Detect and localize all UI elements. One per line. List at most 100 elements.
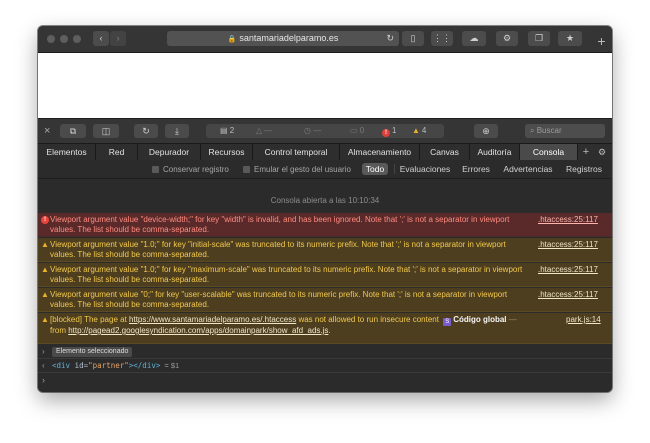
tab-elementos[interactable]: Elementos	[38, 144, 96, 160]
window-icon: ⧉	[69, 126, 77, 136]
error-icon: !	[382, 129, 390, 137]
filter-logs[interactable]: Registros	[562, 163, 606, 175]
chevron-left-icon: ‹	[99, 33, 103, 43]
console-message-warning[interactable]: ▲ Viewport argument value "0;" for key "…	[38, 288, 612, 312]
tab-red[interactable]: Red	[96, 144, 138, 160]
prompt-chevron-icon: ›	[42, 375, 45, 385]
sidebar-icon: ▯	[410, 33, 416, 43]
forward-button[interactable]: ›	[110, 31, 126, 46]
tab-canvas[interactable]: Canvas	[420, 144, 470, 160]
resources-count[interactable]: ▤ 2	[220, 124, 234, 138]
checkbox-box	[152, 166, 159, 173]
reload-icon: ↻	[142, 126, 150, 136]
warnings-count[interactable]: ▲ 4	[412, 124, 426, 138]
message-text: Viewport argument value "0;" for key "us…	[50, 290, 508, 309]
console-result-row[interactable]: ‹ <div id="partner"></div> = $1	[38, 360, 612, 373]
search-input[interactable]: ⌕ Buscar	[525, 124, 605, 138]
address-text: santamariadelparamo.es	[239, 33, 339, 43]
message-text: Viewport argument value "1.0;" for key "…	[50, 265, 523, 284]
message-source-link[interactable]: .htaccess:25:117	[538, 290, 598, 300]
console-filter-bar: Conservar registro Emular el gesto del u…	[38, 160, 612, 179]
tab-auditoria[interactable]: Auditoría	[470, 144, 520, 160]
element-picker-button[interactable]: ⊕	[474, 124, 498, 138]
lock-icon: 🔒	[227, 36, 237, 43]
page-url-link[interactable]: https://www.santamariadelparamo.es/.htac…	[129, 315, 296, 324]
errors-count[interactable]: ! 1	[382, 124, 396, 138]
log-icon: ▭	[350, 126, 358, 135]
tab-depurador[interactable]: Depurador	[138, 144, 201, 160]
console-output: Consola abierta a las 10:10:34 ! Viewpor…	[38, 179, 612, 392]
code-badge-icon: S	[443, 318, 452, 326]
minimize-window-button[interactable]	[60, 35, 68, 43]
filter-warnings[interactable]: Advertencias	[500, 163, 556, 175]
content-url-link[interactable]: http://pagead2.googlesyndication.com/app…	[68, 326, 328, 335]
split-icon: ◫	[101, 126, 111, 136]
console-message-warning[interactable]: ▲ Viewport argument value "1.0;" for key…	[38, 238, 612, 262]
new-tab-button[interactable]: +	[594, 34, 609, 49]
address-bar[interactable]: 🔒 santamariadelparamo.es ↻	[167, 31, 399, 46]
reload-icon[interactable]: ↻	[386, 31, 394, 46]
add-tab-icon[interactable]: +	[579, 144, 593, 160]
dock-side-button[interactable]: ◫	[93, 124, 119, 138]
network-icon: △	[256, 126, 263, 135]
message-source-link[interactable]: park.js:14	[566, 315, 601, 325]
session-label: Consola abierta a las 10:10:34	[270, 196, 380, 205]
selected-element-row: › Elemento seleccionado	[38, 346, 612, 359]
warning-icon: ▲	[412, 126, 420, 135]
close-window-button[interactable]	[47, 35, 55, 43]
share-button[interactable]: ❐	[528, 31, 550, 46]
checkbox-box	[243, 166, 250, 173]
tab-consola[interactable]: Consola	[520, 144, 578, 160]
detach-inspector-button[interactable]: ⧉	[60, 124, 86, 138]
selected-element-badge: Elemento seleccionado	[52, 347, 133, 357]
back-button[interactable]: ‹	[93, 31, 109, 46]
safari-window: ‹ › 🔒 santamariadelparamo.es ↻ ▯ ⋮⋮ ☁ ⚙ ❐…	[38, 26, 612, 392]
filter-separator	[394, 164, 395, 174]
filter-all[interactable]: Todo	[362, 163, 388, 175]
icloud-button[interactable]: ☁	[462, 31, 486, 46]
inspector-tabs: Elementos Red Depurador Recursos Control…	[38, 143, 612, 161]
crosshair-icon: ⊕	[482, 126, 490, 136]
tab-overview-button[interactable]: ⋮⋮	[431, 31, 453, 46]
chevron-right-icon: ›	[42, 347, 45, 356]
warning-icon: ▲	[41, 265, 49, 274]
filter-errors[interactable]: Errores	[459, 163, 493, 175]
message-source-link[interactable]: .htaccess:25:117	[538, 215, 598, 225]
download-button[interactable]: ⤓	[165, 124, 189, 138]
close-inspector-icon[interactable]: ×	[44, 124, 50, 138]
settings-gear-icon[interactable]: ⚙	[595, 144, 609, 160]
extension-button[interactable]: ⚙	[496, 31, 518, 46]
console-message-error[interactable]: ! Viewport argument value "device-width;…	[38, 213, 612, 237]
network-status[interactable]: △ —	[256, 124, 272, 138]
message-source-link[interactable]: .htaccess:25:117	[538, 265, 598, 275]
message-text: Viewport argument value "1.0;" for key "…	[50, 240, 506, 259]
download-icon: ⤓	[175, 126, 179, 136]
warning-icon: ▲	[41, 290, 49, 299]
sidebar-button[interactable]: ▯	[402, 31, 424, 46]
logs-count[interactable]: ▭ 0	[350, 124, 364, 138]
warning-icon: ▲	[41, 240, 49, 249]
zoom-window-button[interactable]	[73, 35, 81, 43]
grid-icon: ⋮⋮	[433, 33, 451, 43]
emulate-gesture-checkbox[interactable]: Emular el gesto del usuario	[243, 165, 351, 174]
filter-evaluations[interactable]: Evaluaciones	[398, 163, 452, 175]
console-message-blocked[interactable]: ▲ [blocked] The page at https://www.sant…	[38, 313, 612, 344]
console-message-warning[interactable]: ▲ Viewport argument value "1.0;" for key…	[38, 263, 612, 287]
document-icon: ▤	[220, 126, 228, 135]
message-text: Viewport argument value "device-width;" …	[50, 215, 510, 234]
console-prompt[interactable]: ›	[38, 373, 612, 388]
clock-icon: ◷	[304, 126, 311, 135]
preserve-log-checkbox[interactable]: Conservar registro	[152, 165, 229, 174]
message-text: [blocked] The page at https://www.santam…	[50, 315, 517, 335]
copy-icon: ❐	[534, 33, 544, 43]
message-source-link[interactable]: .htaccess:25:117	[538, 240, 598, 250]
tab-control-temporal[interactable]: Control temporal	[253, 144, 340, 160]
reload-page-button[interactable]: ↻	[134, 124, 158, 138]
chevron-right-icon: ›	[116, 33, 120, 43]
reading-list-button[interactable]: ★	[558, 31, 582, 46]
tab-recursos[interactable]: Recursos	[201, 144, 253, 160]
tab-almacenamiento[interactable]: Almacenamiento	[340, 144, 420, 160]
error-icon: !	[41, 216, 49, 224]
timeline-status[interactable]: ◷ —	[304, 124, 321, 138]
title-bar: ‹ › 🔒 santamariadelparamo.es ↻ ▯ ⋮⋮ ☁ ⚙ ❐…	[38, 26, 612, 53]
